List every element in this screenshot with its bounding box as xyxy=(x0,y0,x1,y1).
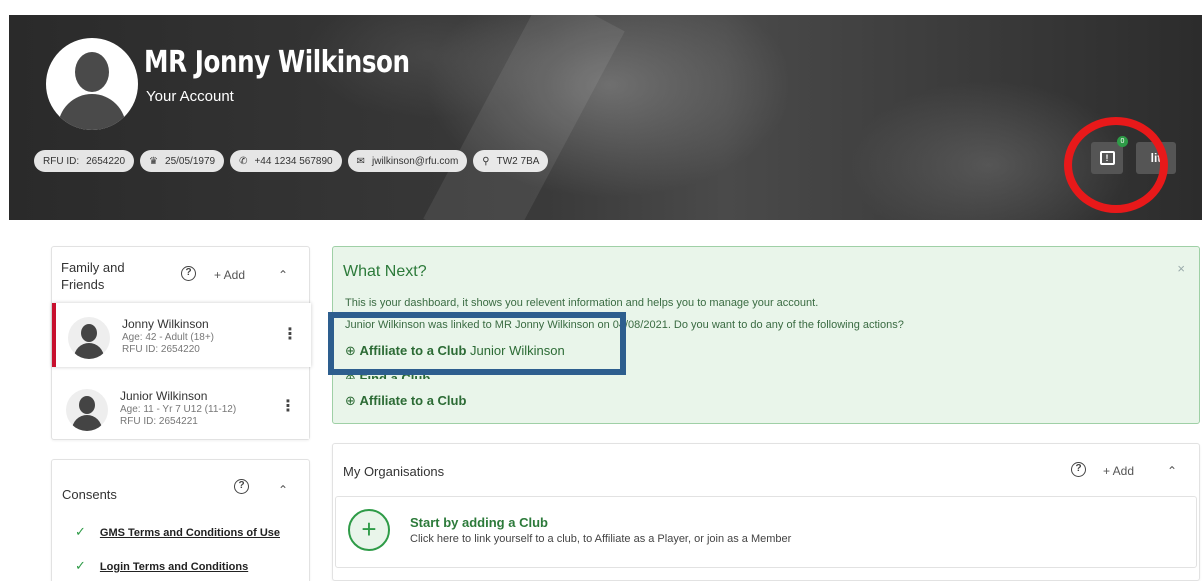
my-organisations-card: My Organisations ? + Add ⌃ + Start by ad… xyxy=(332,443,1200,581)
add-club-prompt[interactable]: + Start by adding a Club Click here to l… xyxy=(335,496,1197,568)
chevron-up-icon[interactable]: ⌃ xyxy=(278,268,288,282)
plus-icon: + xyxy=(348,509,390,551)
consent-item: ✓ GMS Terms and Conditions of Use xyxy=(75,524,280,540)
location-icon: ⚲ xyxy=(482,155,490,167)
avatar xyxy=(46,38,138,130)
consent-link[interactable]: GMS Terms and Conditions of Use xyxy=(100,527,280,539)
add-family-button[interactable]: + Add xyxy=(214,268,245,282)
family-title: Family and Friends xyxy=(61,260,125,292)
plus-circle-icon: ⊕ xyxy=(345,393,356,408)
member-card[interactable]: Jonny Wilkinson Age: 42 - Adult (18+) RF… xyxy=(52,303,311,367)
check-icon: ✓ xyxy=(75,524,86,539)
consent-item: ✓ Login Terms and Conditions xyxy=(75,558,248,574)
help-icon[interactable]: ? xyxy=(181,266,196,281)
what-next-title: What Next? xyxy=(343,263,427,280)
help-icon[interactable]: ? xyxy=(1071,462,1086,477)
orgs-title: My Organisations xyxy=(343,464,445,479)
consent-link[interactable]: Login Terms and Conditions xyxy=(100,561,248,573)
dob-chip: ♛ 25/05/1979 xyxy=(140,150,225,172)
member-age: Age: 11 - Yr 7 U12 (11-12) xyxy=(120,404,237,415)
email-chip: ✉ jwilkinson@rfu.com xyxy=(347,150,468,172)
affiliate-junior-action[interactable]: ⊕ Affiliate to a Club Junior Wilkinson xyxy=(345,343,565,359)
add-club-heading: Start by adding a Club xyxy=(410,515,548,530)
close-icon[interactable]: × xyxy=(1177,261,1185,276)
more-options-icon[interactable]: ⋮ xyxy=(280,399,296,415)
affiliate-club-action[interactable]: ⊕ Affiliate to a Club xyxy=(345,393,466,409)
help-icon[interactable]: ? xyxy=(234,479,249,494)
what-next-panel: What Next? × This is your dashboard, it … xyxy=(332,246,1200,424)
what-next-link-text: Junior Wilkinson was linked to MR Jonny … xyxy=(345,319,904,331)
feedback-icon: ! xyxy=(1099,151,1115,165)
postcode-chip: ⚲ TW2 7BA xyxy=(473,150,549,172)
member-name: Jonny Wilkinson xyxy=(122,317,209,331)
mail-icon: ✉ xyxy=(356,155,365,167)
edit-button[interactable]: lit xyxy=(1136,142,1176,174)
member-name: Junior Wilkinson xyxy=(120,389,208,403)
plus-circle-icon: ⊕ xyxy=(345,343,356,358)
chevron-up-icon[interactable]: ⌃ xyxy=(1167,464,1177,478)
avatar xyxy=(66,389,108,431)
phone-icon: ✆ xyxy=(239,155,248,167)
more-options-icon[interactable]: ⋮ xyxy=(282,327,298,343)
header-background-image xyxy=(423,15,625,220)
find-club-action[interactable]: ⊕ Find a Club xyxy=(345,371,430,379)
what-next-intro: This is your dashboard, it shows you rel… xyxy=(345,297,819,309)
chevron-up-icon[interactable]: ⌃ xyxy=(278,483,288,497)
phone-chip: ✆ +44 1234 567890 xyxy=(230,150,342,172)
plus-circle-icon: ⊕ xyxy=(345,371,356,379)
member-age: Age: 42 - Adult (18+) xyxy=(122,332,215,343)
cake-icon: ♛ xyxy=(149,155,159,167)
avatar xyxy=(68,317,110,359)
profile-details: RFU ID: 2654220 ♛ 25/05/1979 ✆ +44 1234 … xyxy=(34,150,549,172)
consents-title: Consents xyxy=(62,487,117,502)
member-rfu-id: RFU ID: 2654220 xyxy=(122,344,200,355)
consents-card: Consents ? ⌃ ✓ GMS Terms and Conditions o… xyxy=(51,459,310,581)
page-title: MR Jonny Wilkinson xyxy=(144,45,410,80)
rfu-id-chip: RFU ID: 2654220 xyxy=(34,150,135,172)
notification-badge: 0 xyxy=(1117,136,1128,147)
add-organisation-button[interactable]: + Add xyxy=(1103,464,1134,478)
add-club-text: Click here to link yourself to a club, t… xyxy=(410,533,792,545)
feedback-button[interactable]: ! xyxy=(1091,142,1123,174)
check-icon: ✓ xyxy=(75,558,86,573)
family-and-friends-card: Family and Friends ? + Add ⌃ Jonny Wilki… xyxy=(51,246,311,440)
member-card[interactable]: Junior Wilkinson Age: 11 - Yr 7 U12 (11-… xyxy=(54,375,309,439)
member-rfu-id: RFU ID: 2654221 xyxy=(120,416,198,427)
page-subtitle: Your Account xyxy=(146,88,234,105)
